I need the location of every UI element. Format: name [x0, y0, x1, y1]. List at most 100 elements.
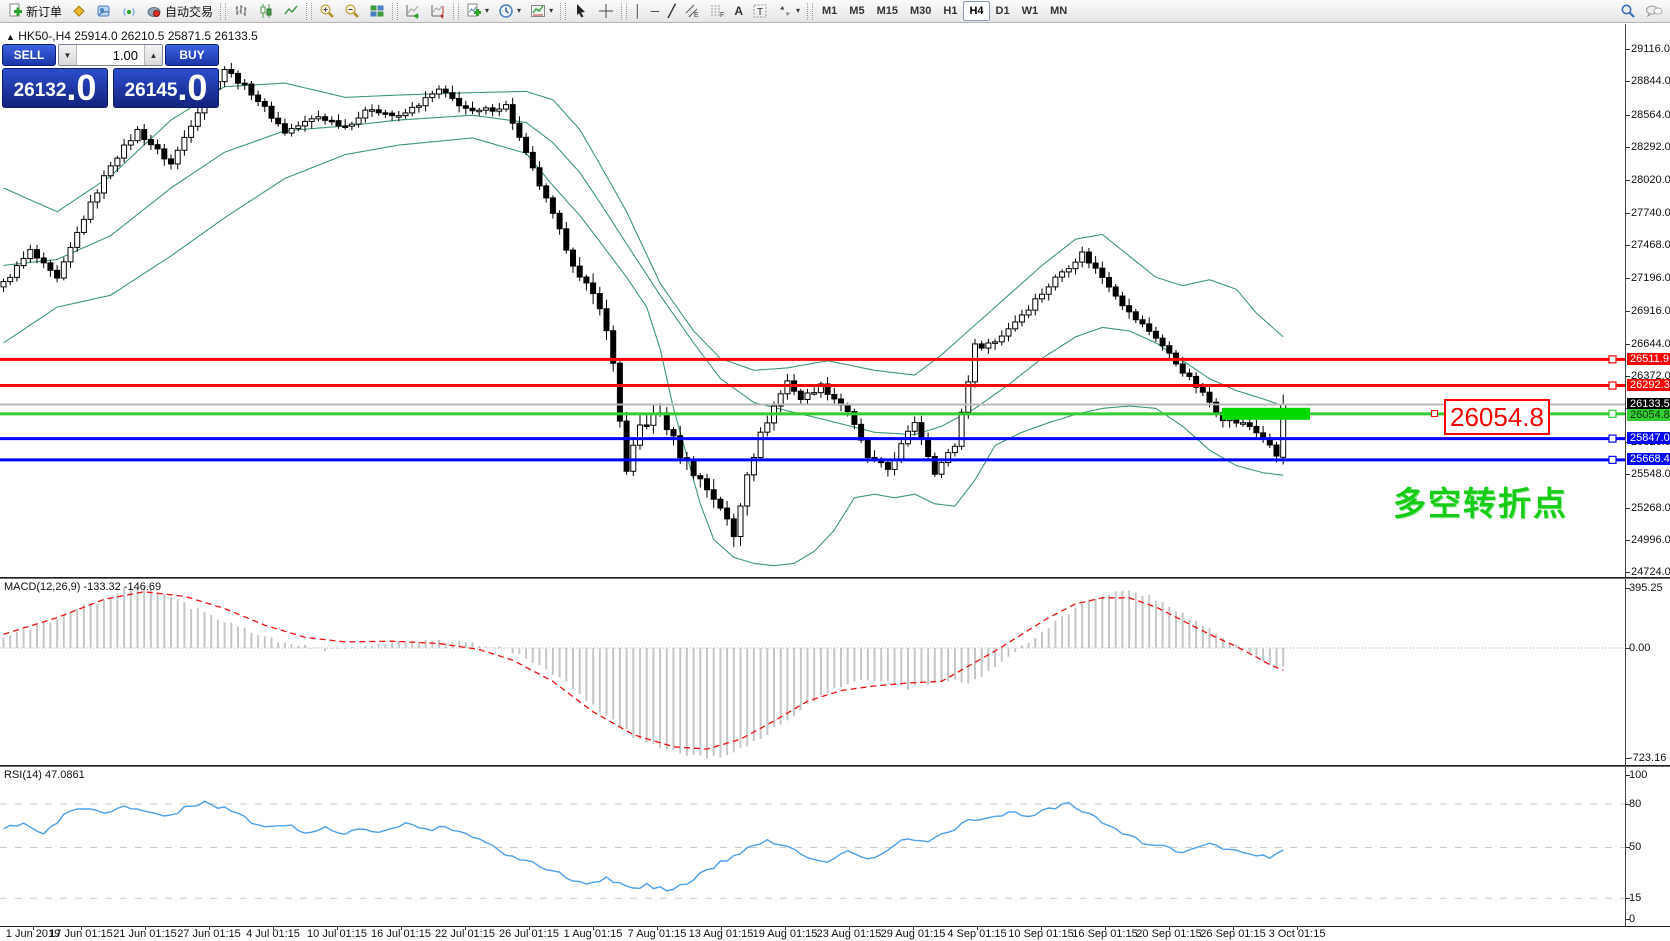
arrows-caret-icon: ▾ [796, 7, 800, 15]
pane-divider-macd[interactable] [0, 577, 1670, 579]
chart-shift-button[interactable] [426, 0, 450, 22]
macd-signal-line [4, 592, 1284, 749]
timeframe-button-m1[interactable]: M1 [816, 1, 843, 21]
volume-up-button[interactable]: ▲ [144, 45, 162, 65]
candle-body [376, 110, 381, 113]
cursor-button[interactable] [569, 0, 593, 22]
highlight-rectangle[interactable] [1222, 408, 1310, 420]
trendline-button[interactable]: ╱ [664, 0, 679, 22]
candle-body [416, 106, 421, 108]
candle-body [8, 277, 13, 281]
candle-body [470, 108, 475, 110]
arrows-button[interactable]: ▾ [773, 0, 804, 22]
templates-button[interactable]: ▾ [526, 0, 557, 22]
timeframe-button-h4[interactable]: H4 [963, 1, 989, 21]
hline-handle[interactable] [1609, 356, 1616, 363]
pane-divider-rsi[interactable] [0, 765, 1670, 767]
toolbar-grip[interactable] [560, 3, 566, 20]
candle-body [738, 506, 743, 537]
text-button[interactable]: A [730, 0, 747, 22]
candle-body [383, 113, 388, 115]
text-label-button[interactable]: T [748, 0, 772, 22]
candle-body [1013, 322, 1018, 329]
profile-chart-icon [96, 3, 112, 19]
toolbar-grip[interactable] [621, 3, 627, 20]
candle-body [1167, 346, 1172, 353]
styles-button[interactable] [67, 0, 91, 22]
market-watch-button[interactable] [92, 0, 116, 22]
rsi-pane[interactable] [0, 767, 1625, 926]
candle-body [644, 425, 649, 427]
horizontal-line-button[interactable]: ─ [647, 0, 664, 22]
tile-windows-button[interactable] [365, 0, 389, 22]
zoom-in-button[interactable] [315, 0, 339, 22]
candle-body [309, 119, 314, 122]
autotrade-button[interactable]: 自动交易 [142, 0, 217, 22]
candle-body [1, 282, 6, 287]
search-button[interactable] [1616, 0, 1640, 22]
candle-body [242, 83, 247, 85]
line-chart-button[interactable] [279, 0, 303, 22]
templates-icon [530, 3, 546, 19]
timeframe-button-h1[interactable]: H1 [937, 1, 963, 21]
candle-body [959, 412, 964, 446]
candle-body [624, 421, 629, 471]
candle-body [1127, 306, 1132, 312]
toolbar-grip[interactable] [220, 3, 226, 20]
toolbar-grip[interactable] [392, 3, 398, 20]
timeframe-button-m5[interactable]: M5 [843, 1, 870, 21]
buy-button[interactable]: BUY [165, 44, 219, 66]
price-tag: 26054.8 [1627, 409, 1670, 421]
price-axis-line [1625, 24, 1626, 926]
crosshair-button[interactable] [594, 0, 618, 22]
hline-handle[interactable] [1609, 410, 1616, 417]
volume-down-button[interactable]: ▼ [59, 45, 77, 65]
main-chart-pane[interactable] [0, 24, 1625, 577]
candle-body [443, 89, 448, 92]
bollinger-lower-band [4, 138, 1284, 566]
buy-price-box[interactable]: 26145 .0 [113, 68, 219, 108]
hline-handle[interactable] [1609, 456, 1616, 463]
periods-button[interactable]: ▾ [494, 0, 525, 22]
timeframe-button-m30[interactable]: M30 [904, 1, 937, 21]
equidistant-channel-button[interactable]: E [680, 0, 704, 22]
indicators-button[interactable]: ▾ [462, 0, 493, 22]
volume-input[interactable]: 1.00 [77, 45, 144, 65]
new-order-button[interactable]: 新订单 [3, 0, 66, 22]
hline-handle[interactable] [1609, 382, 1616, 389]
sell-price-box[interactable]: 26132 .0 [2, 68, 108, 108]
candle-body [571, 250, 576, 266]
auto-scroll-button[interactable] [401, 0, 425, 22]
timeframe-button-w1[interactable]: W1 [1016, 1, 1045, 21]
fibonacci-button[interactable]: F [705, 0, 729, 22]
candle-body [785, 381, 790, 394]
toolbar-grip[interactable] [807, 3, 813, 20]
rsi-axis-label: 0 [1629, 913, 1635, 925]
timeframe-button-m15[interactable]: M15 [871, 1, 904, 21]
bar-chart-button[interactable] [229, 0, 253, 22]
candle-body [457, 98, 462, 105]
candle-body [269, 106, 274, 118]
toolbar-grip[interactable] [306, 3, 312, 20]
timeframe-button-d1[interactable]: D1 [990, 1, 1016, 21]
timeframe-button-mn[interactable]: MN [1044, 1, 1073, 21]
zoom-out-button[interactable] [340, 0, 364, 22]
hline-handle[interactable] [1609, 435, 1616, 442]
candle-body [1140, 320, 1145, 324]
price-axis-label: 29116.0 [1631, 43, 1670, 55]
mt4-window: 新订单 自动交易 [0, 0, 1670, 941]
price-axis-tick [1625, 245, 1630, 246]
candle-body [1247, 423, 1252, 427]
chat-button[interactable] [1641, 0, 1667, 22]
sell-price-dec: .0 [66, 70, 96, 106]
vertical-line-button[interactable]: │ [630, 0, 646, 22]
candlestick-button[interactable] [254, 0, 278, 22]
price-box-anchor-handle[interactable] [1431, 410, 1438, 417]
price-annotation-box[interactable]: 26054.8 [1444, 399, 1550, 435]
date-axis-label: 16 Jul 01:15 [371, 928, 431, 940]
toolbar-grip[interactable] [453, 3, 459, 20]
signal-button[interactable] [117, 0, 141, 22]
cn-annotation-text[interactable]: 多空转折点 [1393, 477, 1568, 525]
sell-button[interactable]: SELL [2, 44, 56, 66]
macd-pane[interactable] [0, 579, 1625, 765]
